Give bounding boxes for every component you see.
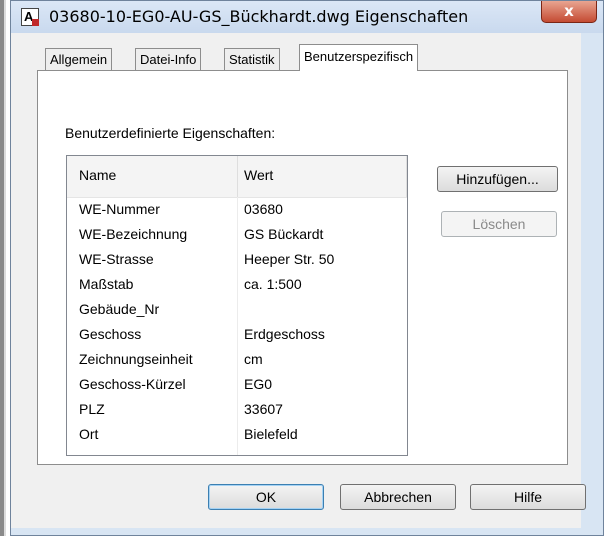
close-button[interactable]: x [541, 1, 597, 23]
property-value: Erdgeschoss [244, 326, 325, 342]
property-value: GS Bückardt [244, 226, 324, 242]
property-name: Maßstab [79, 276, 134, 292]
list-item[interactable]: Ort Bielefeld [67, 424, 407, 445]
custom-properties-list[interactable]: Name Wert WE-Nummer 03680 WE-Bezeichnung… [66, 155, 408, 456]
property-value: 33607 [244, 401, 283, 417]
property-name: Geschoss-Kürzel [79, 376, 186, 392]
custom-properties-label: Benutzerdefinierte Eigenschaften: [65, 125, 276, 141]
list-item[interactable]: Gebäude_Nr [67, 299, 407, 320]
property-name: Geschoss [79, 326, 142, 342]
app-icon-badge [32, 19, 39, 26]
list-item[interactable]: Zeichnungseinheit cm [67, 349, 407, 370]
column-separator[interactable] [237, 156, 238, 197]
tab-allgemein[interactable]: Allgemein [45, 48, 113, 70]
list-item[interactable]: WE-Bezeichnung GS Bückardt [67, 224, 407, 245]
column-separator-end[interactable] [406, 156, 407, 197]
close-icon: x [564, 2, 574, 20]
property-name: Gebäude_Nr [79, 301, 160, 317]
list-item[interactable]: Geschoss-Kürzel EG0 [67, 374, 407, 395]
list-item[interactable]: Maßstab ca. 1:500 [67, 274, 407, 295]
column-header-name[interactable]: Name [79, 167, 116, 183]
autocad-app-icon: A [21, 8, 39, 26]
cancel-button[interactable]: Abbrechen [340, 484, 456, 510]
property-value: Bielefeld [244, 426, 298, 442]
property-value: cm [244, 351, 263, 367]
tab-benutzerspezifisch[interactable]: Benutzerspezifisch [299, 44, 419, 71]
list-item[interactable]: Geschoss Erdgeschoss [67, 324, 407, 345]
property-value: ca. 1:500 [244, 276, 302, 292]
property-value: EG0 [244, 376, 273, 392]
help-button[interactable]: Hilfe [470, 484, 586, 510]
title-bar[interactable]: A 03680-10-EG0-AU-GS_Bückhardt.dwg Eigen… [11, 1, 603, 33]
tab-datei-info[interactable]: Datei-Info [135, 48, 202, 70]
window-title: 03680-10-EG0-AU-GS_Bückhardt.dwg Eigensc… [49, 7, 469, 26]
background-window-edge-highlight [4, 0, 6, 536]
property-name: WE-Nummer [79, 201, 160, 217]
property-value: 03680 [244, 201, 283, 217]
list-header: Name Wert [67, 156, 407, 198]
property-name: PLZ [79, 401, 105, 417]
property-name: WE-Bezeichnung [79, 226, 188, 242]
list-item[interactable]: PLZ 33607 [67, 399, 407, 420]
tab-statistik[interactable]: Statistik [224, 48, 280, 70]
ok-button[interactable]: OK [208, 484, 324, 510]
property-name: Zeichnungseinheit [79, 351, 193, 367]
list-item[interactable]: WE-Strasse Heeper Str. 50 [67, 249, 407, 270]
property-value: Heeper Str. 50 [244, 251, 335, 267]
property-name: Ort [79, 426, 99, 442]
column-header-value[interactable]: Wert [244, 167, 273, 183]
property-name: WE-Strasse [79, 251, 154, 267]
list-item[interactable]: WE-Nummer 03680 [67, 199, 407, 220]
delete-button[interactable]: Löschen [441, 211, 557, 237]
add-button[interactable]: Hinzufügen... [437, 166, 558, 192]
